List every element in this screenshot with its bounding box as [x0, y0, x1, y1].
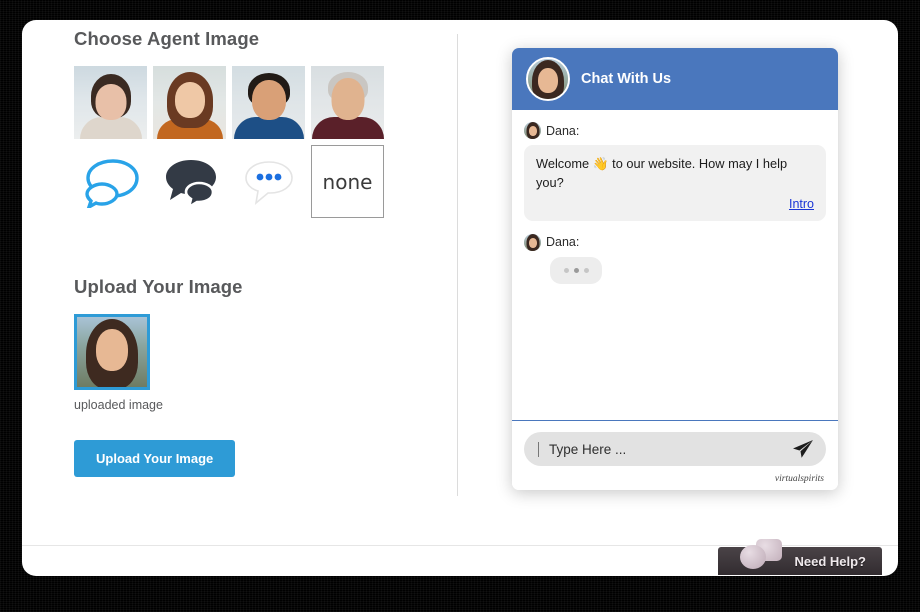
chat-message-typing: Dana:	[524, 233, 826, 284]
typing-dot	[573, 267, 579, 273]
avatar-face	[331, 78, 364, 120]
avatar-face	[251, 80, 286, 120]
avatar-body	[233, 117, 304, 139]
avatar-face	[174, 82, 205, 118]
upload-your-image-button[interactable]: Upload Your Image	[74, 440, 236, 477]
upload-your-image-title: Upload Your Image	[74, 276, 243, 297]
avatar-face	[528, 126, 537, 136]
chat-input-container[interactable]	[524, 432, 826, 466]
message-sender-row: Dana:	[524, 233, 826, 251]
chat-title: Chat With Us	[581, 71, 672, 87]
chat-agent-avatar	[526, 57, 570, 101]
chat-message-list: Dana: Welcome 👋 to our website. How may …	[512, 110, 838, 420]
upload-image-section: Upload Your Image uploaded image Upload …	[74, 276, 444, 477]
need-help-label: Need Help?	[794, 553, 866, 569]
avatar-face	[95, 84, 126, 120]
typing-dot	[563, 267, 569, 273]
typing-indicator	[550, 256, 602, 284]
none-option-label: none	[322, 169, 373, 194]
uploaded-image-caption: uploaded image	[74, 398, 163, 412]
agent-avatar-man-gray-hair[interactable]	[311, 66, 384, 139]
chat-message: Dana: Welcome 👋 to our website. How may …	[524, 122, 826, 221]
message-sender-name: Dana:	[546, 235, 580, 250]
message-sender-row: Dana:	[524, 122, 826, 139]
avatar-face	[528, 237, 537, 248]
text-caret	[538, 441, 539, 457]
need-help-tab[interactable]: Need Help?	[718, 539, 882, 575]
agent-avatar-grid	[74, 66, 444, 139]
chat-message-input[interactable]	[547, 440, 784, 458]
chat-footer: virtualspirits	[512, 420, 838, 490]
chat-header: Chat With Us	[512, 48, 838, 110]
agent-avatar-man-dark-hair[interactable]	[232, 66, 305, 139]
send-glyph	[793, 440, 813, 458]
chat-bubbles-filled-icon[interactable]	[153, 145, 226, 218]
sender-avatar	[524, 233, 541, 251]
agent-avatar-woman-long-hair[interactable]	[153, 66, 226, 139]
chat-bubbles-outline-glyph	[84, 158, 139, 208]
column-divider	[457, 34, 458, 496]
message-sender-name: Dana:	[546, 123, 580, 138]
message-link-row: Intro	[536, 195, 814, 214]
need-help-bubbles-icon	[734, 537, 790, 571]
agent-icon-options: none	[74, 145, 444, 218]
intro-link[interactable]: Intro	[789, 197, 814, 211]
uploaded-image-thumbnail[interactable]	[74, 314, 150, 390]
chat-widget: Chat With Us Dana: Welcome 👋 to our webs…	[512, 48, 838, 490]
choose-agent-image-title: Choose Agent Image	[74, 28, 260, 49]
agent-avatar-woman-short-hair[interactable]	[74, 66, 147, 139]
chat-bubbles-filled-glyph	[165, 159, 216, 208]
sender-avatar	[524, 122, 541, 139]
send-paper-plane-icon[interactable]	[792, 439, 814, 459]
chat-bubbles-outline-icon[interactable]	[74, 145, 147, 218]
need-help-bubble-round	[740, 545, 766, 569]
chat-bubble-dots-glyph	[244, 160, 293, 205]
avatar-body	[79, 117, 142, 139]
message-text: Welcome 👋 to our website. How may I help…	[536, 156, 788, 190]
chat-brand-label: virtualspirits	[774, 474, 824, 484]
avatar-face	[538, 68, 558, 93]
chat-bubble-dots-icon[interactable]	[232, 145, 305, 218]
agent-image-section: Choose Agent Image none Upload Your Imag…	[74, 28, 444, 477]
message-bubble: Welcome 👋 to our website. How may I help…	[524, 145, 826, 221]
typing-dot	[583, 267, 589, 273]
upload-face	[96, 329, 128, 371]
none-option[interactable]: none	[311, 145, 384, 218]
avatar-body	[311, 117, 384, 139]
